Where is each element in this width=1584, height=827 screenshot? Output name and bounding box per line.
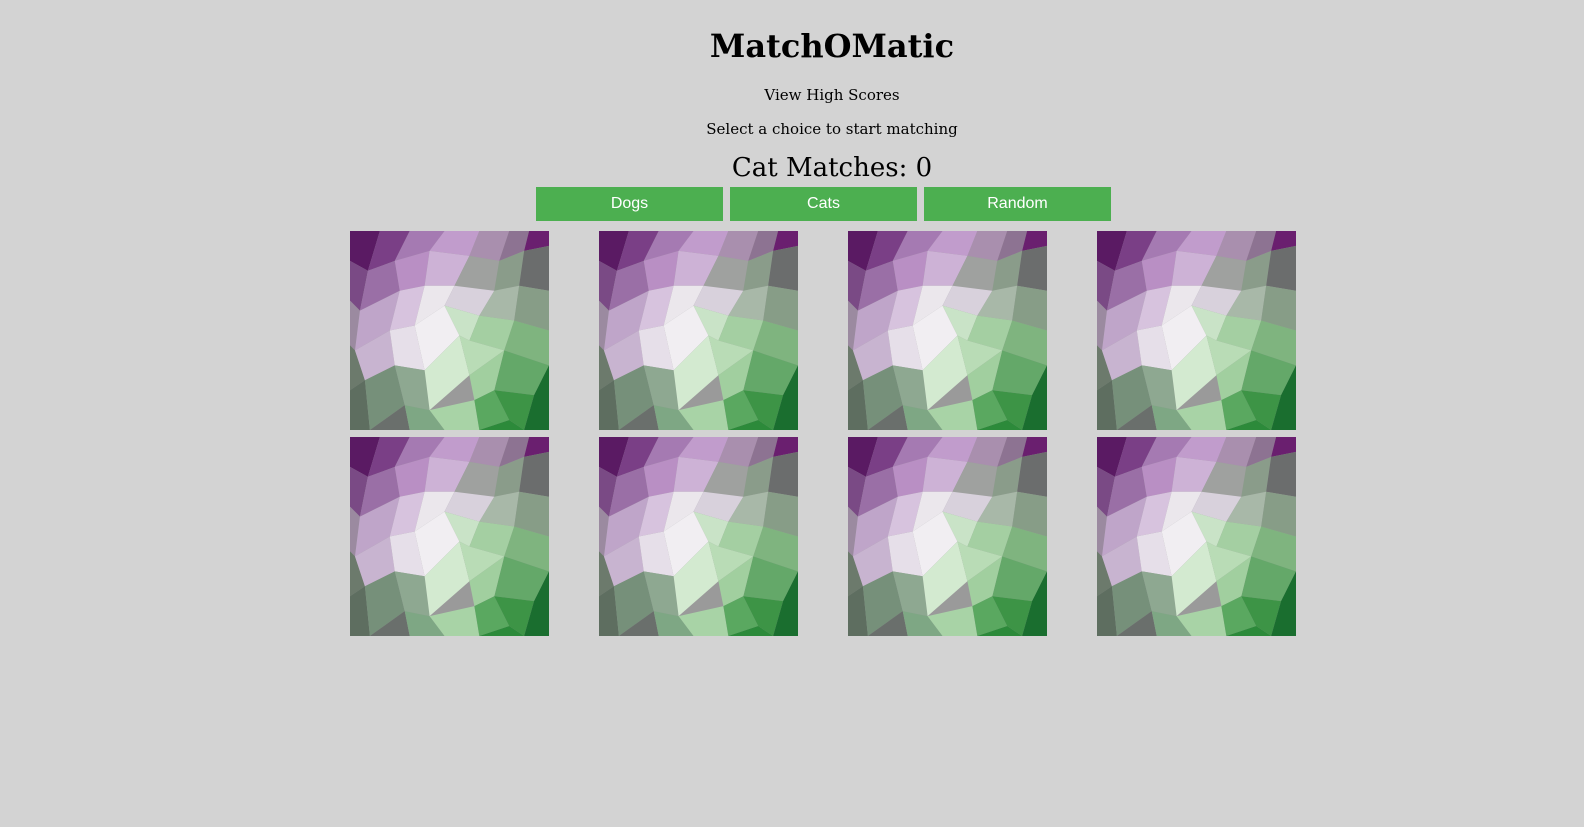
card-5[interactable] [350,437,549,636]
card-back-pattern [848,437,1047,636]
choice-buttons: Dogs Cats Random [536,187,1111,221]
card-1[interactable] [350,231,549,430]
instructions-text: Select a choice to start matching [706,120,958,138]
card-back-pattern [599,437,798,636]
dogs-button[interactable]: Dogs [536,187,723,221]
card-4[interactable] [1097,231,1296,430]
page-title: MatchOMatic [709,27,955,65]
match-score: Cat Matches: 0 [731,153,933,183]
card-back-pattern [1097,437,1296,636]
view-high-scores-link[interactable]: View High Scores [0,85,1584,105]
card-3[interactable] [848,231,1047,430]
card-7[interactable] [848,437,1047,636]
card-back-pattern [599,231,798,430]
game-page: MatchOMatic View High Scores Select a ch… [0,0,1584,827]
card-back-pattern [1097,231,1296,430]
card-8[interactable] [1097,437,1296,636]
card-back-pattern [350,437,549,636]
cats-button[interactable]: Cats [730,187,917,221]
card-back-pattern [350,231,549,430]
card-grid [350,231,1298,636]
card-2[interactable] [599,231,798,430]
card-6[interactable] [599,437,798,636]
card-back-pattern [848,231,1047,430]
random-button[interactable]: Random [924,187,1111,221]
